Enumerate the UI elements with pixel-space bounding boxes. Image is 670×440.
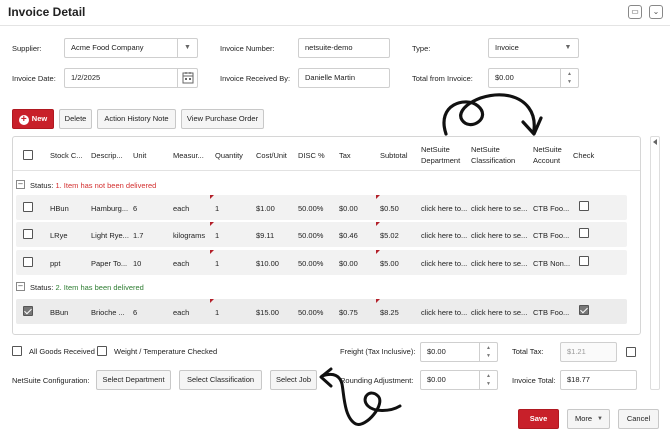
swirl-arrow-annotation (319, 367, 402, 426)
annotation-layer (319, 93, 543, 426)
curved-arrow-annotation (442, 93, 543, 136)
